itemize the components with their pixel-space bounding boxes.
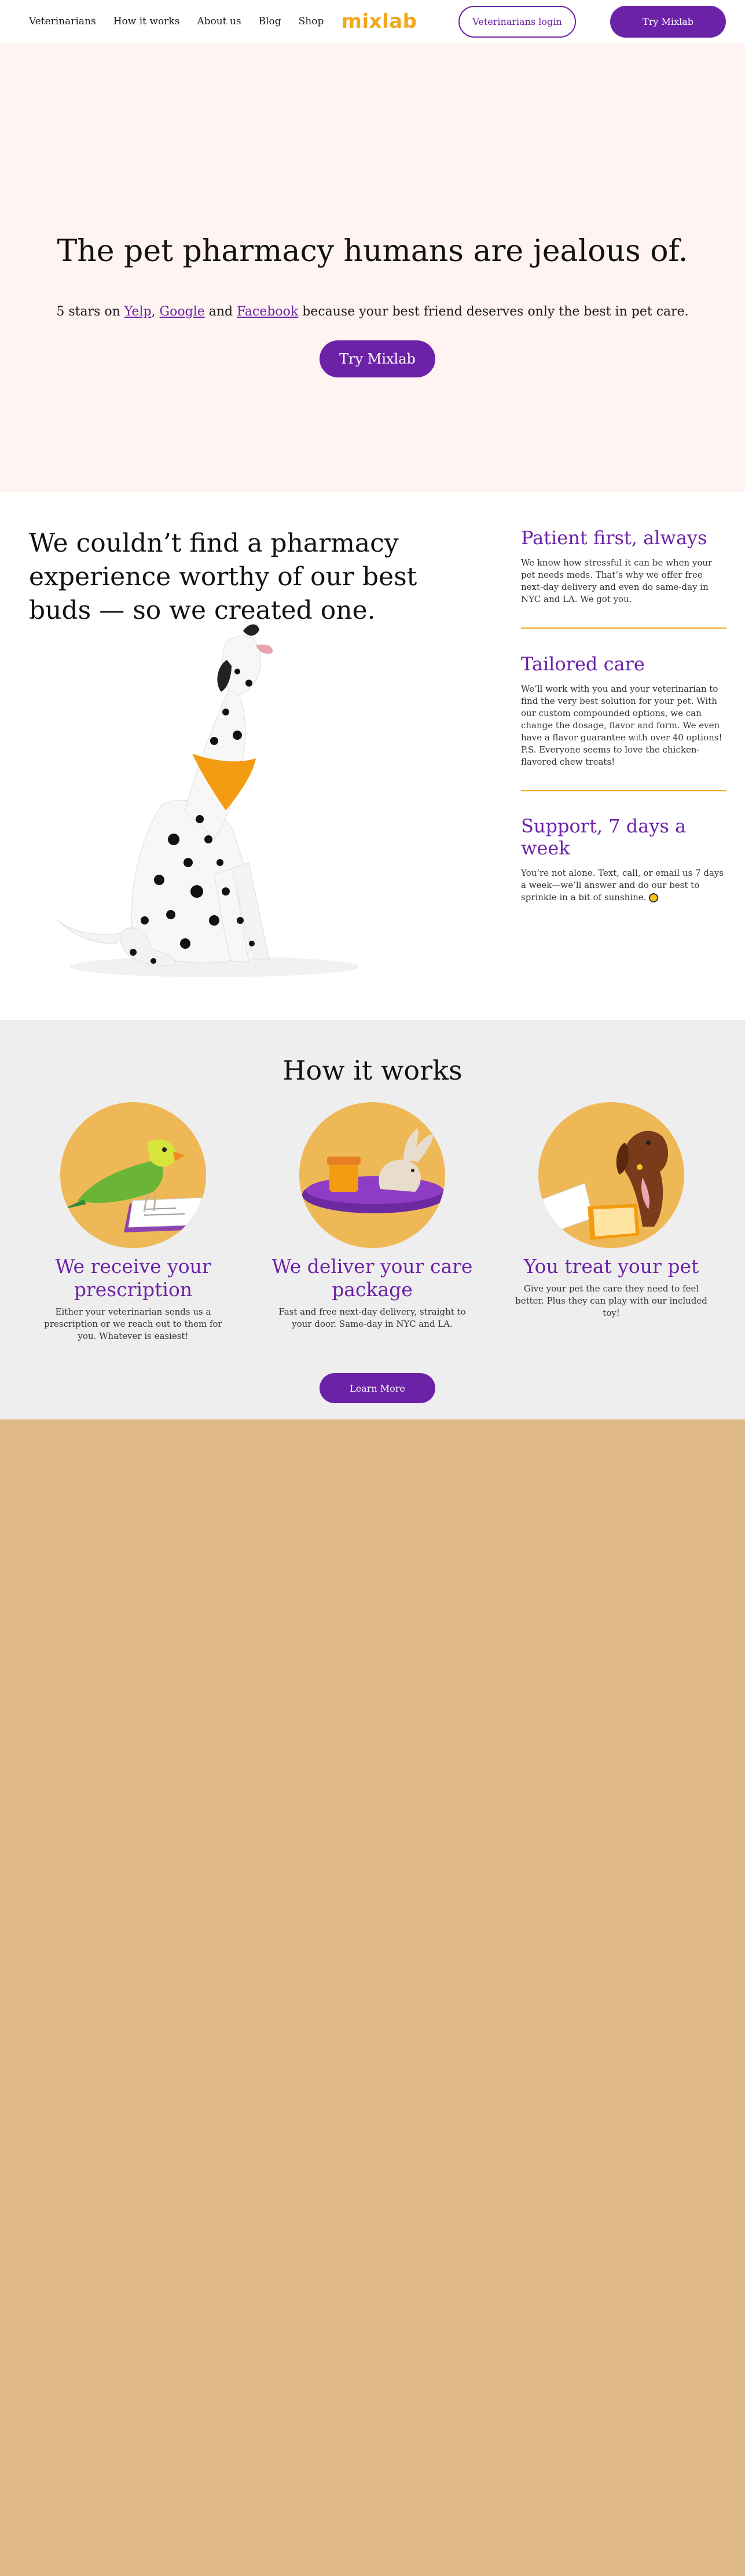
feature-text: We’ll work with you and your veterinaria… — [521, 684, 722, 767]
feature-tailored-care: Tailored care We’ll work with you and yo… — [521, 653, 726, 768]
step-text: Either your veterinarian sends us a pres… — [44, 1307, 222, 1341]
feature-patient-first: Patient first, always We know how stress… — [521, 527, 726, 606]
feature-divider — [521, 790, 726, 791]
veterinarians-login-button[interactable]: Veterinarians login — [458, 6, 576, 38]
try-mixlab-nav-button[interactable]: Try Mixlab — [610, 6, 726, 38]
dalmatian-illustration — [57, 624, 359, 977]
nav-link-veterinarians[interactable]: Veterinarians — [29, 16, 96, 27]
nav-link-shop[interactable]: Shop — [299, 16, 324, 27]
bunny-illustration — [299, 1102, 445, 1248]
step-text: Give your pet the care they need to feel… — [515, 1283, 707, 1318]
hero-try-mixlab-button[interactable]: Try Mixlab — [320, 340, 435, 377]
step-title: You treat your pet — [523, 1255, 699, 1278]
step-deliver-care-package: We deliver your care package Fast and fr… — [268, 1102, 476, 1330]
mixlab-logo[interactable]: mixlab — [342, 7, 417, 36]
hero-sub-suffix: because your best friend deserves only t… — [298, 304, 689, 319]
hero-subtitle: 5 stars on Yelp, Google and Facebook bec… — [0, 304, 745, 319]
learn-more-button[interactable]: Learn More — [320, 1373, 435, 1403]
feature-title: Patient first, always — [521, 527, 707, 549]
sun-icon — [649, 893, 659, 902]
hero-section: The pet pharmacy humans are jealous of. … — [0, 43, 745, 492]
story-title: We couldn’t find a pharmacy experience w… — [29, 529, 417, 625]
step-text: Fast and free next-day delivery, straigh… — [278, 1307, 466, 1329]
step-treat-pet: You treat your pet Give your pet the car… — [507, 1102, 715, 1319]
hero-sub-prefix: 5 stars on — [56, 304, 124, 319]
facebook-link[interactable]: Facebook — [237, 304, 298, 319]
how-it-works-section: How it works We receive your prescriptio… — [0, 1020, 745, 1419]
hero-title: The pet pharmacy humans are jealous of. — [57, 234, 688, 269]
feature-text: We know how stressful it can be when you… — [521, 557, 713, 604]
nav-link-about-us[interactable]: About us — [197, 16, 241, 27]
how-it-works-title: How it works — [282, 1055, 463, 1086]
step-receive-prescription: We receive your prescription Either your… — [29, 1102, 237, 1342]
feature-text: You’re not alone. Text, call, or email u… — [521, 867, 726, 904]
story-section: We couldn’t find a pharmacy experience w… — [0, 492, 745, 1020]
step-title: We receive your prescription — [55, 1255, 211, 1301]
feature-title: Tailored care — [521, 653, 645, 675]
hero-sub-comma: , — [151, 304, 160, 319]
parrot-illustration — [60, 1102, 206, 1248]
nav-link-blog[interactable]: Blog — [259, 16, 281, 27]
hero-sub-and: and — [204, 304, 237, 319]
nav-link-how-it-works[interactable]: How it works — [113, 16, 180, 27]
feature-text-body: You’re not alone. Text, call, or email u… — [521, 868, 724, 902]
top-nav: Veterinarians How it works About us Blog… — [0, 0, 745, 43]
nav-links: Veterinarians How it works About us Blog… — [29, 0, 324, 43]
spaniel-illustration — [538, 1102, 684, 1248]
yelp-link[interactable]: Yelp — [124, 304, 152, 319]
feature-divider — [521, 628, 726, 629]
feature-title: Support, 7 days a week — [521, 815, 687, 859]
feature-support: Support, 7 days a week You’re not alone.… — [521, 815, 726, 904]
step-title: We deliver your care package — [271, 1255, 473, 1301]
google-link[interactable]: Google — [160, 304, 205, 319]
